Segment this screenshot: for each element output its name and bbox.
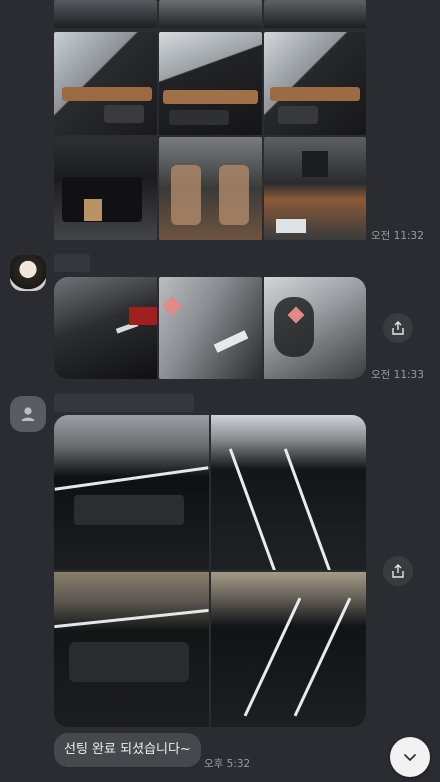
photo-open-trunk[interactable] xyxy=(54,137,157,240)
photo-badge-closeup[interactable] xyxy=(264,277,366,379)
photo-front-door-interior[interactable] xyxy=(159,32,262,135)
photo-rear-door-interior[interactable] xyxy=(54,32,157,135)
share-button[interactable] xyxy=(383,313,413,343)
photo-rear-door-interior-2[interactable] xyxy=(264,32,366,135)
timestamp: 오전 11:33 xyxy=(371,369,424,381)
photo-side-window-tint[interactable] xyxy=(54,415,209,570)
sender-avatar[interactable] xyxy=(10,255,46,291)
photo-rear-window-tint[interactable] xyxy=(211,415,366,570)
photo-seats-covered[interactable] xyxy=(159,137,262,240)
timestamp: 오후 5:32 xyxy=(204,758,251,770)
share-icon xyxy=(392,321,404,335)
photo-thumbnail[interactable] xyxy=(54,0,157,28)
sender-name xyxy=(54,254,90,272)
photo-windshield-tint[interactable] xyxy=(211,572,366,727)
photo-thumbnail[interactable] xyxy=(159,0,262,28)
share-button[interactable] xyxy=(383,556,413,586)
photo-awd-badge[interactable] xyxy=(159,277,262,379)
message-bubble[interactable]: 선팅 완료 되셨습니다~ xyxy=(54,733,201,767)
scroll-to-bottom-button[interactable] xyxy=(390,737,430,777)
person-icon xyxy=(21,407,35,421)
photo-thumbnail[interactable] xyxy=(264,0,366,28)
sender-avatar[interactable] xyxy=(10,396,46,432)
photo-side-view-tint[interactable] xyxy=(54,572,209,727)
sender-name xyxy=(54,394,194,412)
photo-dashboard[interactable] xyxy=(264,137,366,240)
chevron-down-icon xyxy=(404,754,416,761)
photo-trunk-emblem[interactable] xyxy=(54,277,157,379)
timestamp: 오전 11:32 xyxy=(371,230,424,242)
share-icon xyxy=(392,564,404,578)
